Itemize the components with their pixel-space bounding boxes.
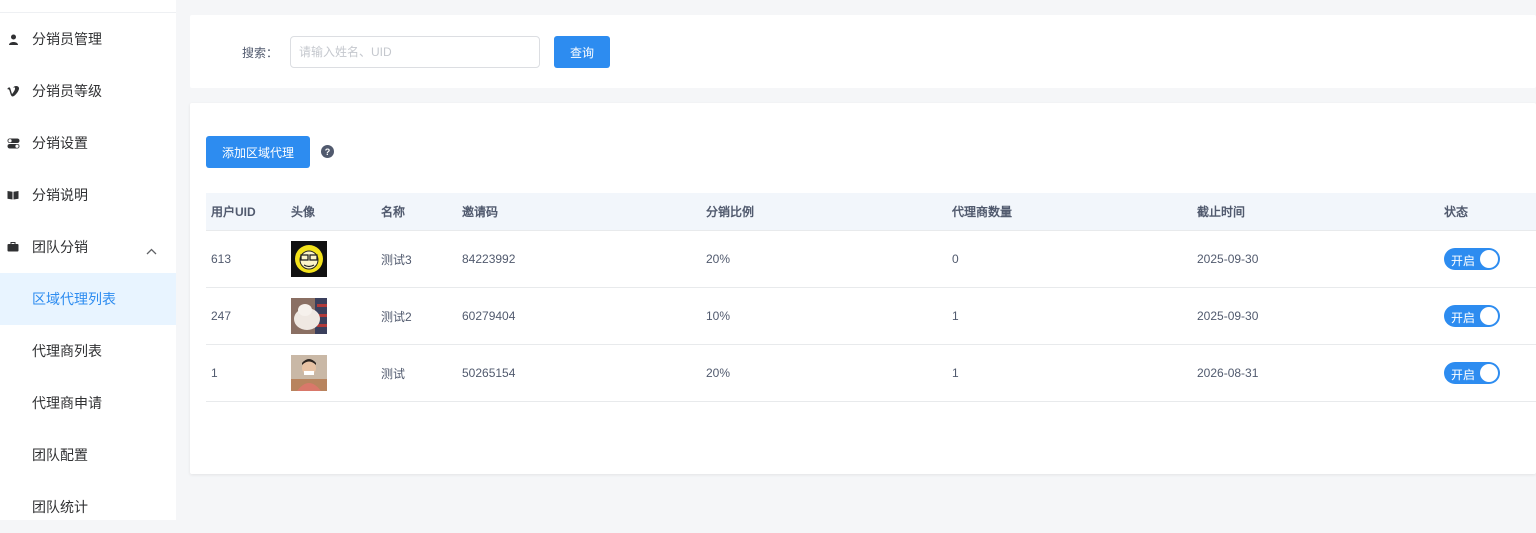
- sidebar-item-agent-application[interactable]: 代理商申请: [0, 377, 176, 429]
- sidebar-item-team-stats[interactable]: 团队统计: [0, 481, 176, 533]
- cell-invite-code: 60279404: [462, 309, 516, 323]
- briefcase-icon: [6, 240, 20, 254]
- status-switch[interactable]: 开启: [1444, 362, 1500, 384]
- sidebar-item-distributor-management[interactable]: 分销员管理: [0, 13, 176, 65]
- main-card: 添加区域代理 ? 用户UID 头像 名称 邀请码 分销比例 代理商数量 截止时间…: [190, 103, 1536, 474]
- query-button[interactable]: 查询: [554, 36, 610, 68]
- column-header-invite-code[interactable]: 邀请码: [462, 193, 498, 230]
- fluffy-cat-avatar[interactable]: [291, 298, 327, 334]
- column-header-uid[interactable]: 用户UID: [211, 193, 256, 230]
- column-header-status[interactable]: 状态: [1444, 193, 1468, 230]
- sidebar-item-team-distribution[interactable]: 团队分销: [0, 221, 176, 273]
- sidebar-item-label: 代理商申请: [32, 395, 102, 411]
- cell-avatar: [291, 288, 327, 344]
- column-header-ratio[interactable]: 分销比例: [706, 193, 754, 230]
- sidebar-item-label: 团队配置: [32, 447, 88, 463]
- sidebar-item-label: 代理商列表: [32, 343, 102, 359]
- cell-uid: 247: [211, 309, 232, 323]
- table-row: 1 测试 50265154 20% 1 2026-08-31 开启: [206, 345, 1536, 402]
- search-card: 搜索： 查询: [190, 15, 1536, 88]
- cell-deadline: 2026-08-31: [1197, 366, 1259, 380]
- column-header-avatar[interactable]: 头像: [291, 193, 315, 230]
- cell-avatar: [291, 345, 327, 401]
- add-regional-agent-button[interactable]: 添加区域代理: [206, 136, 310, 168]
- cell-uid: 613: [211, 252, 232, 266]
- cell-name: 测试3: [381, 252, 412, 267]
- yellow-cartoon-avatar[interactable]: [291, 241, 327, 277]
- cell-agent-count: 0: [952, 252, 959, 266]
- cell-status: 开启: [1444, 231, 1500, 287]
- sidebar-item-label: 团队统计: [32, 499, 88, 515]
- switch-label: 开启: [1451, 311, 1476, 325]
- sidebar-item-distribution-settings[interactable]: 分销设置: [0, 117, 176, 169]
- cell-name: 测试2: [381, 309, 412, 324]
- user-icon: [6, 32, 20, 46]
- table-header: 用户UID 头像 名称 邀请码 分销比例 代理商数量 截止时间 状态: [206, 193, 1536, 231]
- sidebar-item-distribution-description[interactable]: 分销说明: [0, 169, 176, 221]
- person-photo-avatar[interactable]: [291, 355, 327, 391]
- switch-knob: [1480, 250, 1498, 268]
- cell-agent-count: 1: [952, 309, 959, 323]
- cell-status: 开启: [1444, 288, 1500, 344]
- cell-ratio: 20%: [706, 252, 731, 266]
- table-row: 247 测试2 60279404 10% 1 2025-09-30 开启: [206, 288, 1536, 345]
- sidebar-item-team-config[interactable]: 团队配置: [0, 429, 176, 481]
- cell-uid: 1: [211, 366, 218, 380]
- cell-ratio: 10%: [706, 309, 731, 323]
- sidebar-item-label: 分销员管理: [32, 31, 102, 47]
- sidebar-item-regional-agent-list[interactable]: 区域代理列表: [0, 273, 176, 325]
- sidebar-item-distributor-level[interactable]: 分销员等级: [0, 65, 176, 117]
- book-icon: [6, 188, 20, 202]
- cell-deadline: 2025-09-30: [1197, 309, 1259, 323]
- cell-avatar: [291, 231, 327, 287]
- cell-ratio: 20%: [706, 366, 731, 380]
- cell-invite-code: 50265154: [462, 366, 516, 380]
- sidebar-item-agent-list[interactable]: 代理商列表: [0, 325, 176, 377]
- sidebar-item-label: 团队分销: [32, 239, 88, 255]
- sidebar-item-label: 分销说明: [32, 187, 88, 203]
- sidebar-item-label: 分销设置: [32, 135, 88, 151]
- search-input[interactable]: [290, 36, 540, 68]
- sidebar-item-label: 区域代理列表: [32, 291, 116, 307]
- toggle-icon: [6, 136, 20, 150]
- column-header-deadline[interactable]: 截止时间: [1197, 193, 1245, 230]
- cell-invite-code: 84223992: [462, 252, 516, 266]
- sidebar-top-divider: [0, 0, 176, 13]
- vimeo-v-icon: [6, 84, 20, 98]
- cell-deadline: 2025-09-30: [1197, 252, 1259, 266]
- column-header-agent-count[interactable]: 代理商数量: [952, 193, 1012, 230]
- chevron-up-icon: [146, 242, 157, 258]
- sidebar: 分销员管理 分销员等级 分销设置 分销说明 团队分销 区域代理列表 代理商列表: [0, 0, 176, 520]
- switch-knob: [1480, 364, 1498, 382]
- cell-name: 测试: [381, 366, 406, 381]
- status-switch[interactable]: 开启: [1444, 305, 1500, 327]
- table-row: 613 测试3 84223992 20% 0 2025-09-30 开启: [206, 231, 1536, 288]
- question-circle-icon[interactable]: ?: [321, 145, 334, 158]
- switch-label: 开启: [1451, 368, 1476, 382]
- cell-agent-count: 1: [952, 366, 959, 380]
- search-label: 搜索：: [242, 46, 279, 60]
- switch-label: 开启: [1451, 254, 1476, 268]
- status-switch[interactable]: 开启: [1444, 248, 1500, 270]
- switch-knob: [1480, 307, 1498, 325]
- sidebar-item-label: 分销员等级: [32, 83, 102, 99]
- cell-status: 开启: [1444, 345, 1500, 401]
- column-header-name[interactable]: 名称: [381, 193, 405, 230]
- agents-table: 用户UID 头像 名称 邀请码 分销比例 代理商数量 截止时间 状态 613 测…: [206, 193, 1536, 402]
